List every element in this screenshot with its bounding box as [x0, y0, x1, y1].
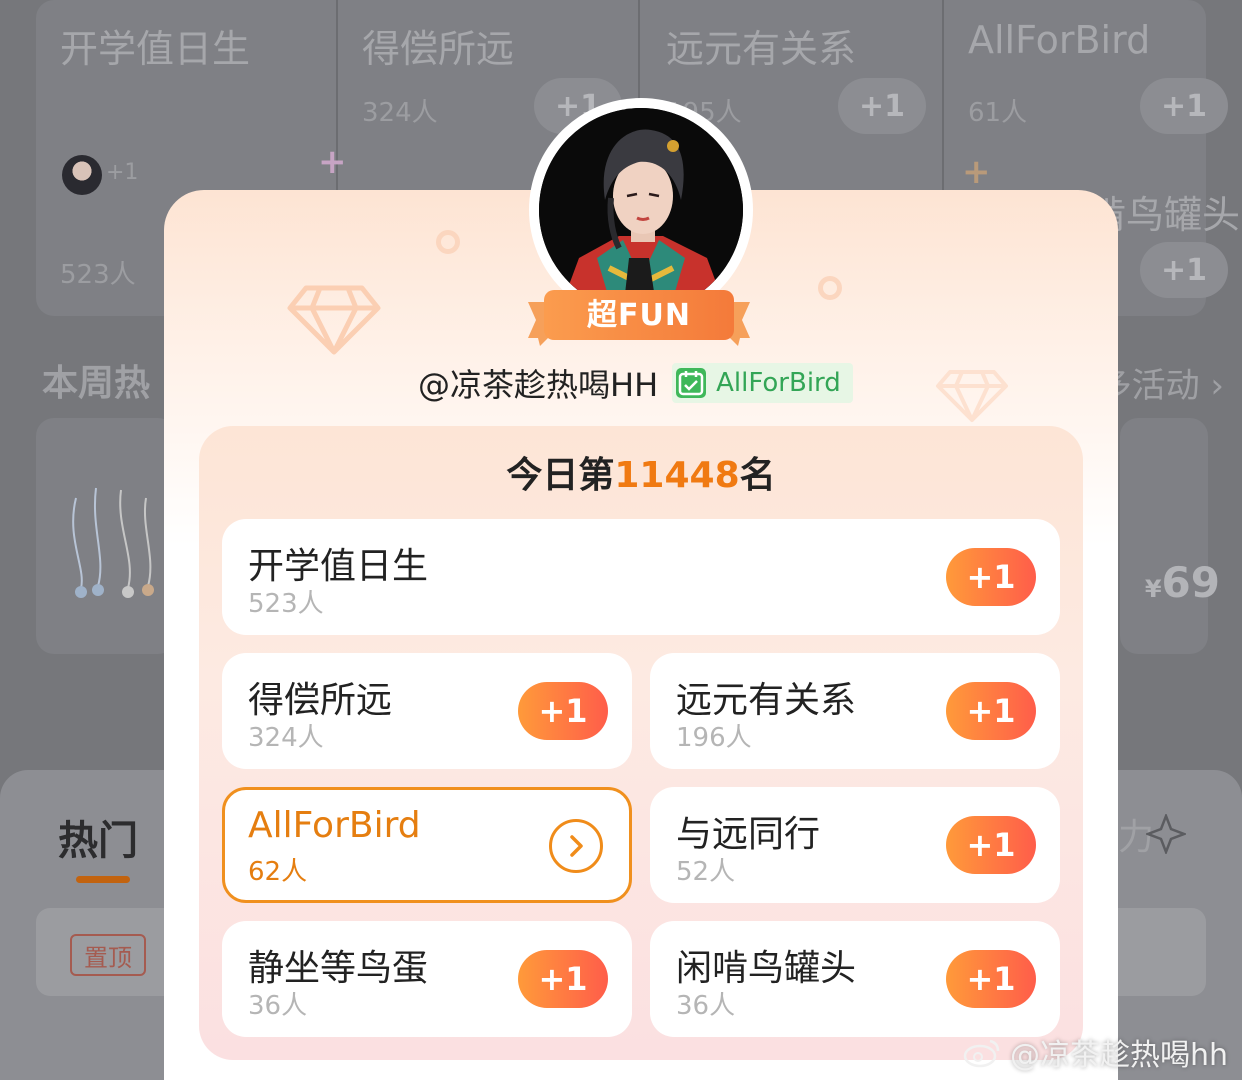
calendar-check-icon	[676, 368, 707, 398]
group-member-count: 324人	[248, 723, 324, 753]
bg-plus-button[interactable]: +1	[1140, 242, 1228, 298]
chevron-right-icon[interactable]	[549, 819, 603, 873]
group-member-count: 36人	[676, 991, 736, 1021]
bg-group-count: 523人	[60, 260, 136, 290]
user-avatar-frame[interactable]	[531, 100, 751, 320]
group-member-count: 62人	[248, 857, 308, 887]
sparkle-icon	[1144, 812, 1188, 858]
group-member-count: 36人	[248, 991, 308, 1021]
bg-group-name[interactable]: AllForBird	[968, 18, 1150, 62]
username[interactable]: @凉茶趁热喝HH	[418, 360, 658, 406]
plus-one-button[interactable]: +1	[946, 548, 1036, 606]
sparkle-icon: +	[962, 152, 991, 192]
tab-indicator	[76, 876, 130, 883]
plus-one-button[interactable]: +1	[946, 816, 1036, 874]
group-name: 静坐等鸟蛋	[248, 948, 429, 989]
bg-plus-button[interactable]: +1	[838, 78, 926, 134]
group-name: 得偿所远	[248, 680, 393, 721]
tab-hot[interactable]: 热门	[58, 808, 138, 866]
fan-level-badge: 超FUN	[528, 288, 750, 348]
bg-product-price: ¥69	[1144, 558, 1220, 607]
bg-member-avatar	[62, 155, 102, 195]
bg-group-name[interactable]: 开学值日生	[60, 18, 250, 73]
sparkle-icon: +	[318, 142, 347, 182]
bg-avatar-plus: +1	[106, 160, 139, 185]
ring-decoration	[818, 276, 842, 300]
diamond-decoration-icon	[936, 370, 1008, 422]
ring-decoration	[436, 230, 460, 254]
group-name: 开学值日生	[248, 546, 429, 587]
plus-one-button[interactable]: +1	[946, 682, 1036, 740]
group-name: AllForBird	[248, 805, 421, 846]
group-item[interactable]: 静坐等鸟蛋 36人 +1	[222, 921, 632, 1037]
group-member-count: 523人	[248, 589, 324, 619]
group-item[interactable]: 与远同行 52人 +1	[650, 787, 1060, 903]
badge-label: 超FUN	[587, 298, 691, 333]
group-tag-label: AllForBird	[716, 368, 841, 398]
group-member-count: 52人	[676, 857, 736, 887]
group-name: 远元有关系	[676, 680, 857, 721]
bg-weekly-title: 本周热	[42, 363, 151, 404]
bg-plus-button[interactable]: +1	[1140, 78, 1228, 134]
watermark: @凉茶趁热喝hh	[962, 1030, 1228, 1074]
group-name: 与远同行	[676, 814, 821, 855]
weibo-logo-icon	[963, 1039, 1000, 1068]
group-item-selected[interactable]: AllForBird 62人	[222, 787, 632, 903]
avatar	[539, 108, 743, 312]
bg-group-name[interactable]: 远元有关系	[666, 18, 856, 73]
watermark-text: @凉茶趁热喝hh	[1009, 1038, 1228, 1073]
group-name: 闲啃鸟罐头	[676, 948, 857, 989]
group-item[interactable]: 开学值日生 523人 +1	[222, 519, 1060, 635]
group-member-count: 196人	[676, 723, 752, 753]
rank-number: 11448	[614, 455, 740, 496]
group-item[interactable]: 闲啃鸟罐头 36人 +1	[650, 921, 1060, 1037]
bg-group-count: 324人	[362, 98, 438, 128]
pin-badge: 置顶	[70, 934, 146, 976]
plus-one-button[interactable]: +1	[518, 950, 608, 1008]
plus-one-button[interactable]: +1	[518, 682, 608, 740]
daily-rank: 今日第11448名	[506, 455, 776, 496]
group-item[interactable]: 得偿所远 324人 +1	[222, 653, 632, 769]
group-item[interactable]: 远元有关系 196人 +1	[650, 653, 1060, 769]
bg-group-count: 61人	[968, 98, 1028, 128]
group-tag[interactable]: AllForBird	[672, 363, 853, 403]
diamond-decoration-icon	[287, 285, 381, 355]
bg-group-name[interactable]: 得偿所远	[362, 18, 514, 73]
plus-one-button[interactable]: +1	[946, 950, 1036, 1008]
user-info-row: @凉茶趁热喝HH AllForBird	[418, 362, 853, 404]
